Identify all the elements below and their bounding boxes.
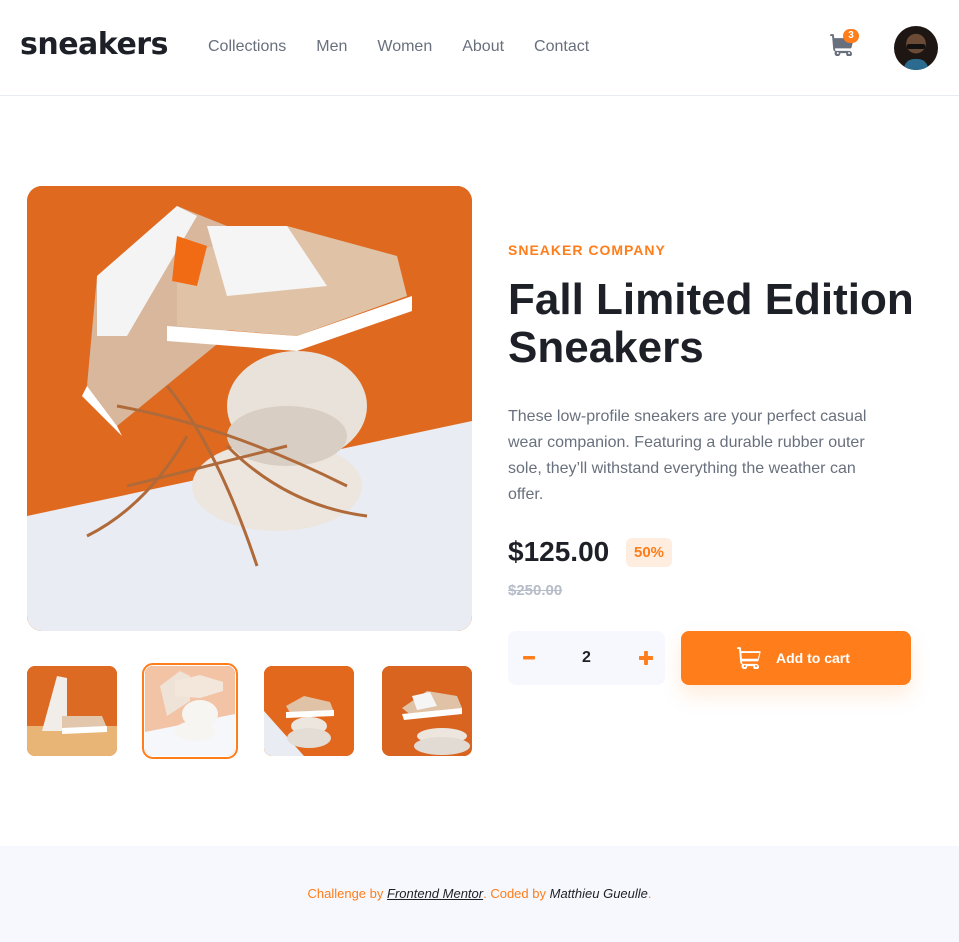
product-main-image[interactable] <box>27 186 472 631</box>
logo[interactable]: sneakers <box>20 27 168 62</box>
thumbnail-4-image <box>382 666 472 756</box>
thumbnail-3-image <box>264 666 354 756</box>
product-title: Fall Limited Edition Sneakers <box>508 275 914 372</box>
thumbnail-4[interactable] <box>382 666 472 756</box>
avatar-glasses <box>907 44 925 49</box>
attribution: Challenge by Frontend Mentor. Coded by M… <box>0 886 959 901</box>
minus-icon[interactable] <box>522 647 546 669</box>
attribution-challenge-text: Challenge by <box>307 886 384 901</box>
site-footer: Challenge by Frontend Mentor. Coded by M… <box>0 846 959 942</box>
avatar-shirt <box>904 59 928 70</box>
add-to-cart-label: Add to cart <box>776 650 850 666</box>
cart-count-badge: 3 <box>843 29 859 43</box>
thumbnail-1[interactable] <box>27 666 117 756</box>
frontend-mentor-link[interactable]: Frontend Mentor <box>387 886 483 901</box>
thumbnail-1-image <box>27 666 117 756</box>
thumbnail-2-image <box>145 666 235 756</box>
attribution-coded-text: . Coded by <box>483 886 546 901</box>
cart-icon <box>736 647 761 670</box>
avatar[interactable] <box>894 26 938 70</box>
nav-item-women[interactable]: Women <box>377 37 432 57</box>
nav-item-collections[interactable]: Collections <box>208 37 286 57</box>
author-name: Matthieu Gueulle <box>549 886 648 901</box>
original-price: $250.00 <box>508 582 563 599</box>
site-header: sneakers Collections Men Women About Con… <box>0 0 959 96</box>
nav-item-about[interactable]: About <box>462 37 504 57</box>
add-to-cart-button[interactable]: Add to cart <box>681 631 911 685</box>
attribution-period: . <box>647 886 652 901</box>
discount-badge: 50% <box>626 538 673 567</box>
main-nav: Collections Men Women About Contact <box>208 37 619 57</box>
product-description: These low-profile sneakers are your perf… <box>508 408 867 503</box>
quantity-stepper: 2 <box>508 631 665 685</box>
nav-item-contact[interactable]: Contact <box>534 37 589 57</box>
sneaker-illustration <box>27 186 472 631</box>
plus-icon[interactable] <box>634 647 658 669</box>
nav-item-men[interactable]: Men <box>316 37 347 57</box>
quantity-value: 2 <box>582 649 591 666</box>
company-label: SNEAKER COMPANY <box>508 242 666 258</box>
thumbnail-2[interactable] <box>142 663 238 759</box>
current-price: $125.00 <box>508 536 610 567</box>
thumbnail-3[interactable] <box>264 666 354 756</box>
